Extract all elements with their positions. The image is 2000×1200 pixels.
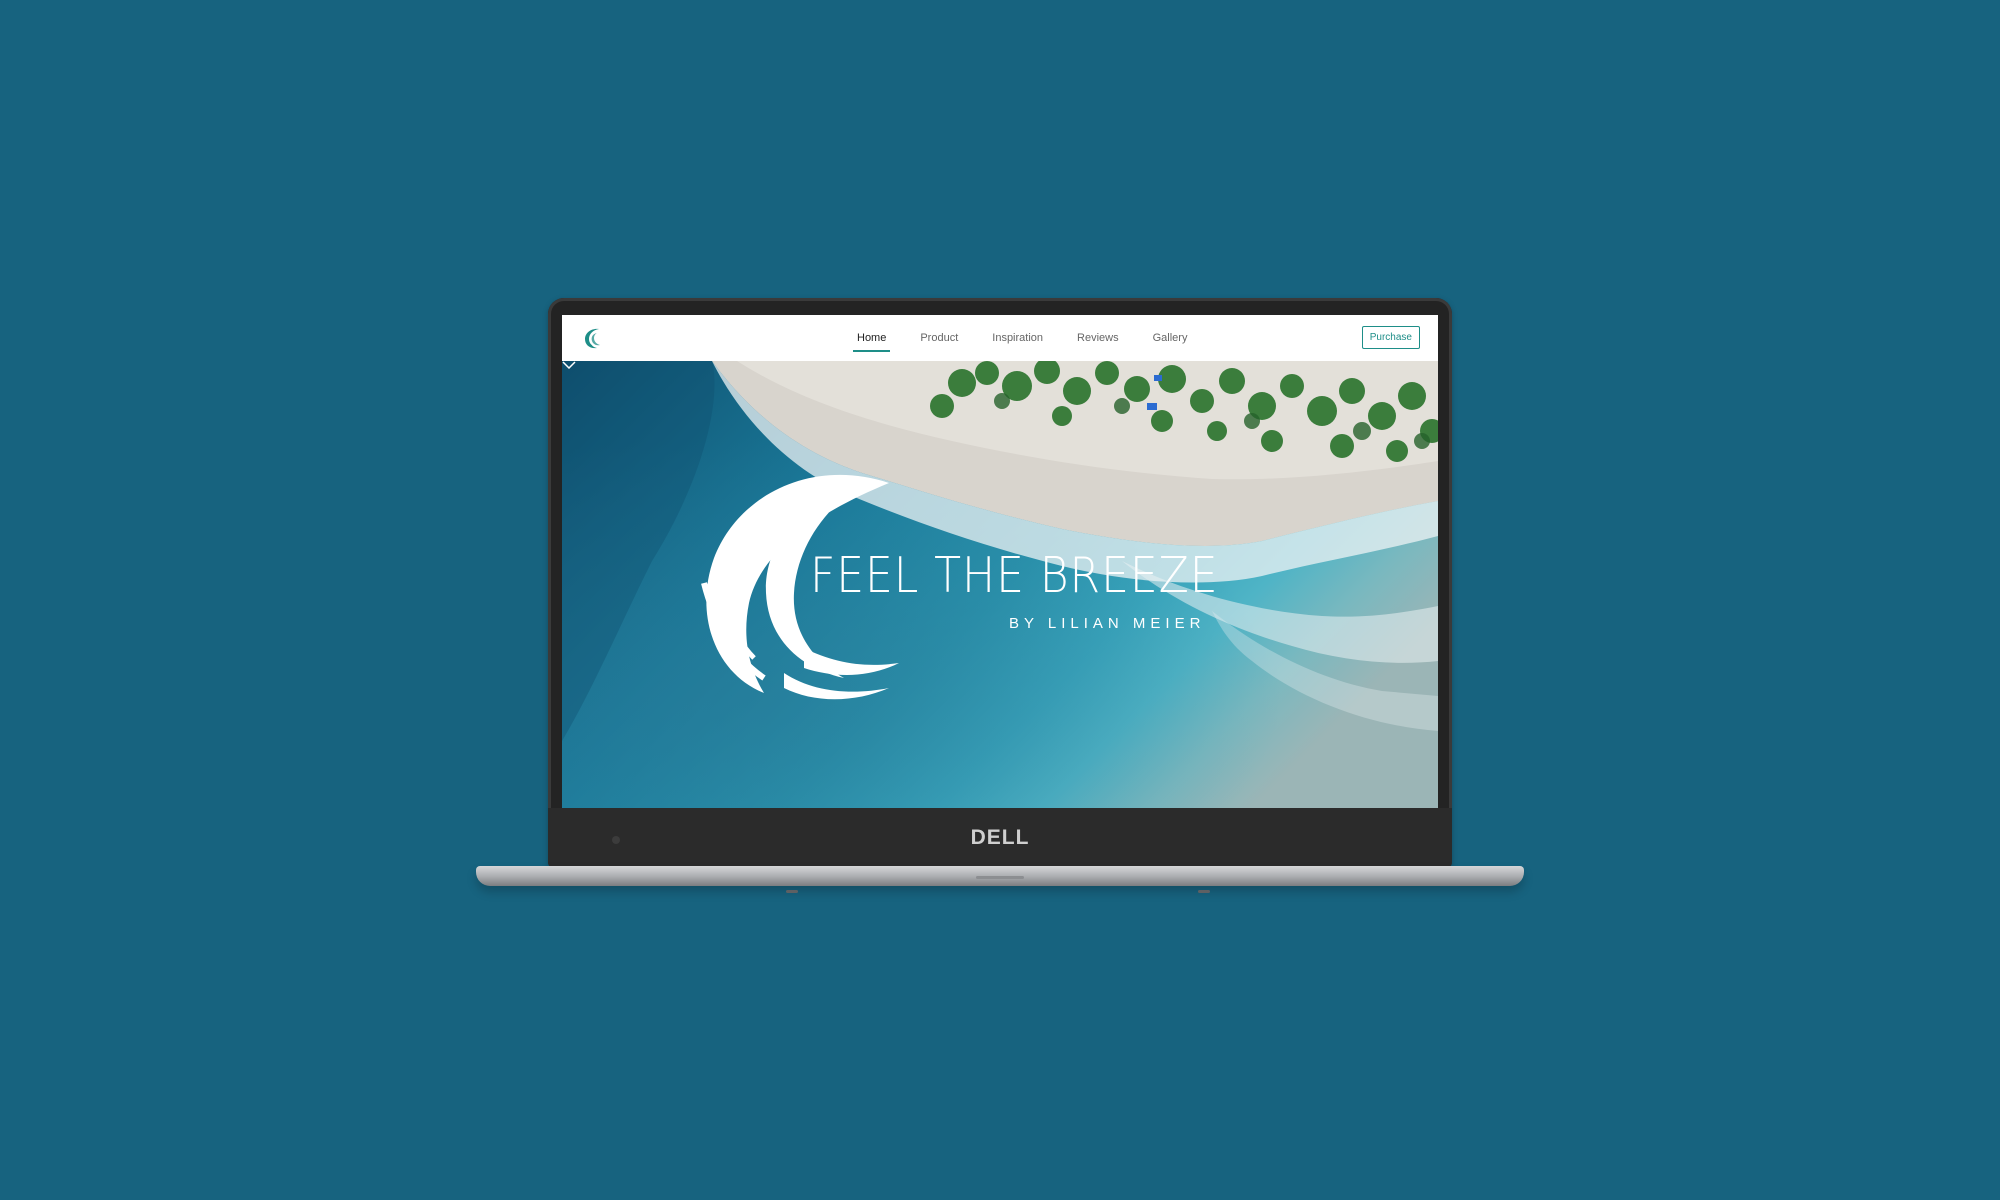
hero-title: FEEL THE BREEZE: [810, 547, 1219, 604]
laptop-screen: Home Product Inspiration Reviews Gallery…: [562, 315, 1438, 808]
site-navbar: Home Product Inspiration Reviews Gallery…: [562, 315, 1438, 362]
nav-link-reviews[interactable]: Reviews: [1060, 315, 1136, 361]
nav-link-inspiration[interactable]: Inspiration: [975, 315, 1060, 361]
nav-link-gallery[interactable]: Gallery: [1136, 315, 1205, 361]
hero-subtitle: BY LILIAN MEIER: [1009, 615, 1206, 632]
nav-link-product[interactable]: Product: [903, 315, 975, 361]
laptop-notch: [976, 876, 1024, 879]
camera-dot: [612, 836, 620, 844]
wave-logo-icon[interactable]: [580, 325, 606, 351]
nav-links: Home Product Inspiration Reviews Gallery: [840, 315, 1204, 361]
device-brand-logo: DELL: [970, 826, 1030, 849]
nav-link-home[interactable]: Home: [840, 315, 903, 361]
laptop-mockup: DELL Home Product Inspiration Reviews Ga…: [0, 0, 2000, 1200]
chevron-down-icon[interactable]: [562, 361, 576, 369]
hero-banner: FEEL THE BREEZE BY LILIAN MEIER: [562, 361, 1438, 808]
laptop-foot-left: [786, 890, 798, 893]
laptop-foot-right: [1198, 890, 1210, 893]
purchase-button[interactable]: Purchase: [1361, 326, 1420, 349]
